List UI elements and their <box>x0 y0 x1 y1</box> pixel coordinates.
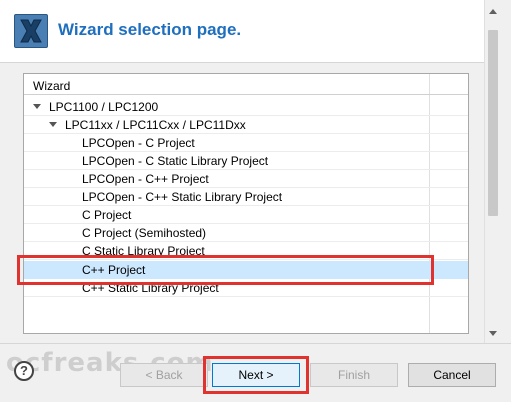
tree-column-header: Wizard <box>24 77 468 95</box>
help-icon[interactable]: ? <box>14 361 34 381</box>
scrollbar-thumb[interactable] <box>488 30 498 216</box>
back-button[interactable]: < Back <box>120 363 208 387</box>
scroll-down-icon[interactable] <box>489 331 497 336</box>
wizard-header: Wizard selection page. <box>0 0 490 62</box>
footer-divider <box>0 343 511 344</box>
tree-item[interactable]: LPCOpen - C++ Static Library Project <box>24 188 468 206</box>
tree-item[interactable]: C Project (Semihosted) <box>24 224 468 242</box>
tree-item-lpc1100[interactable]: LPC1100 / LPC1200 <box>24 98 468 116</box>
cancel-button[interactable]: Cancel <box>408 363 496 387</box>
wizard-tree[interactable]: Wizard LPC1100 / LPC1200 LPC11xx / LPC11… <box>23 73 469 334</box>
tree-item-label: LPCOpen - C Static Library Project <box>82 154 269 168</box>
wizard-x-icon <box>14 14 48 48</box>
expand-chevron-icon[interactable] <box>33 104 41 109</box>
tree-item-label: LPCOpen - C++ Static Library Project <box>82 190 283 204</box>
tree-item[interactable]: LPCOpen - C++ Project <box>24 170 468 188</box>
tree-item[interactable]: LPCOpen - C Project <box>24 134 468 152</box>
tree-item-label: LPCOpen - C Project <box>82 136 195 150</box>
expand-chevron-icon[interactable] <box>49 122 57 127</box>
tree-item[interactable]: C Project <box>24 206 468 224</box>
tree-item-label: C Project <box>82 208 132 222</box>
tree-item-label: LPC11xx / LPC11Cxx / LPC11Dxx <box>65 118 246 132</box>
column-header-label: Wizard <box>33 79 71 93</box>
tree-item-label: C Project (Semihosted) <box>82 226 207 240</box>
scroll-up-icon[interactable] <box>489 9 497 14</box>
page-title: Wizard selection page. <box>58 20 242 39</box>
tree-item-lpc11xx[interactable]: LPC11xx / LPC11Cxx / LPC11Dxx <box>24 116 468 134</box>
finish-button[interactable]: Finish <box>310 363 398 387</box>
tree-item[interactable]: LPCOpen - C Static Library Project <box>24 152 468 170</box>
vertical-scrollbar[interactable] <box>484 0 502 343</box>
next-highlight-box <box>203 356 309 394</box>
header-divider <box>0 62 490 63</box>
tree-item-label: LPCOpen - C++ Project <box>82 172 209 186</box>
selection-highlight-box <box>17 255 434 285</box>
tree-item-label: LPC1100 / LPC1200 <box>49 100 159 114</box>
